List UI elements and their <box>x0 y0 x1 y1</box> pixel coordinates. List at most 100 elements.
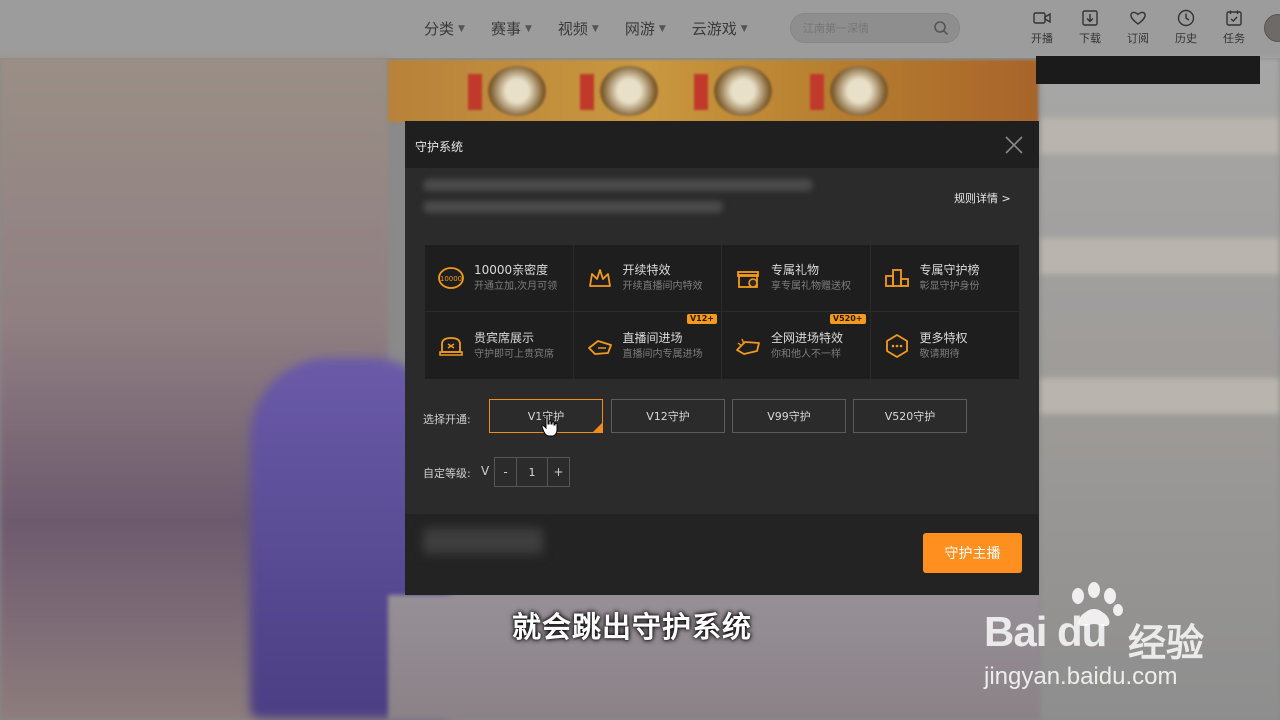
tool-label: 任务 <box>1223 32 1245 45</box>
tool-label: 订阅 <box>1127 32 1149 45</box>
background-stripe <box>1040 238 1280 274</box>
guard-system-modal: 守护系统 规则详情 > 10000 10000亲密度 开通立加,次月可领 开续特效… <box>405 121 1039 595</box>
gift-icon <box>734 264 762 292</box>
modal-title: 守护系统 <box>415 140 464 154</box>
blurred-line <box>423 201 723 213</box>
svg-text:10000: 10000 <box>440 275 462 283</box>
tool-tasks[interactable]: 任务 <box>1210 8 1258 46</box>
privilege-title: 全网进场特效 <box>771 330 844 345</box>
privilege-subtitle: 彰显守护身份 <box>919 281 980 292</box>
nav-item-label: 分类 <box>424 20 455 38</box>
caret-down-icon: ▼ <box>740 23 748 34</box>
nav-item-cloud-games[interactable]: 云游戏 ▼ <box>692 18 748 39</box>
privilege-title: 开续特效 <box>622 263 671 277</box>
privilege-subtitle: 开续直播间内特效 <box>622 281 703 292</box>
watermark-url: jingyan.baidu.com <box>984 663 1178 690</box>
privilege-title: 10000亲密度 <box>474 263 549 277</box>
caret-down-icon: ▼ <box>524 23 532 34</box>
caret-down-icon: ▼ <box>591 23 599 34</box>
caret-down-icon: ▼ <box>658 23 666 34</box>
nav-item-category[interactable]: 分类 ▼ <box>424 18 465 39</box>
privilege-room-entrance: 直播间进场直播间内专属进场 V12+ <box>574 312 722 379</box>
event-banner <box>388 60 1038 122</box>
privilege-more: 更多特权 敬请期待 <box>871 312 1020 379</box>
privilege-exclusive-gift: 专属礼物享专属礼物赠送权 <box>722 245 871 312</box>
tool-label: 下载 <box>1079 32 1101 45</box>
level-option-v12[interactable]: V12守护 <box>611 399 725 433</box>
tool-label: 开播 <box>1031 32 1053 45</box>
caret-down-icon: ▼ <box>458 23 465 34</box>
podium-icon <box>883 264 911 292</box>
avatar[interactable] <box>1264 14 1280 42</box>
nav-item-events[interactable]: 赛事 ▼ <box>491 18 532 39</box>
banner-day-tag <box>810 74 824 110</box>
nav-item-label: 云游戏 <box>691 20 737 38</box>
nav-tools: 开播 下载 订阅 历史 任务 <box>1018 8 1258 46</box>
close-button[interactable] <box>1003 134 1025 156</box>
download-icon <box>1082 10 1098 26</box>
vip-seat-icon <box>437 332 465 360</box>
guard-streamer-button[interactable]: 守护主播 <box>923 533 1022 573</box>
crown-effect-icon <box>586 264 614 292</box>
heart-icon <box>1130 11 1146 25</box>
privilege-vip-seat: 贵宾席展示守护即可上贵宾席 <box>425 312 574 379</box>
banner-reward-disc <box>714 66 772 116</box>
tool-label: 历史 <box>1175 32 1197 45</box>
blurred-line <box>423 179 813 191</box>
rules-detail-link[interactable]: 规则详情 > <box>954 190 1011 206</box>
nav-item-online-games[interactable]: 网游 ▼ <box>625 18 666 39</box>
privilege-title: 更多特权 <box>919 330 968 345</box>
nav-item-videos[interactable]: 视频 ▼ <box>558 18 599 39</box>
privilege-renew-effect: 开续特效开续直播间内特效 <box>573 245 722 312</box>
privilege-subtitle: 你和他人不一样 <box>771 348 841 360</box>
privilege-subtitle: 开通立加,次月可领 <box>474 281 558 292</box>
level-option-v520[interactable]: V520守护 <box>853 399 967 433</box>
tool-subscriptions[interactable]: 订阅 <box>1114 8 1162 46</box>
banner-reward-disc <box>488 66 546 116</box>
banner-day-tag <box>468 74 482 110</box>
privilege-title: 专属礼物 <box>771 263 820 277</box>
level-stepper: - 1 + <box>494 457 570 487</box>
nav-item-label: 网游 <box>624 20 655 38</box>
search-input[interactable] <box>803 21 923 35</box>
banner-reward-disc <box>600 66 658 116</box>
banner-reward-disc <box>830 66 888 116</box>
decrement-button[interactable]: - <box>495 458 516 486</box>
hand-cursor-icon <box>541 413 558 437</box>
tool-download[interactable]: 下载 <box>1066 8 1114 46</box>
intro-text-blurred <box>423 179 813 223</box>
privilege-subtitle: 享专属礼物赠送权 <box>771 281 851 292</box>
privilege-subtitle: 直播间内专属进场 <box>622 348 703 360</box>
privilege-guard-ranking: 专属守护榜彰显守护身份 <box>870 245 1019 312</box>
video-camera-icon <box>1033 12 1051 24</box>
privilege-title: 贵宾席展示 <box>474 330 535 345</box>
increment-button[interactable]: + <box>548 458 569 486</box>
intimacy-coin-icon: 10000 <box>437 264 465 292</box>
background-stream-left <box>0 58 450 720</box>
entrance-icon <box>586 332 614 360</box>
level-requirement-badge: V12+ <box>686 314 717 324</box>
close-icon <box>1005 136 1023 154</box>
tasks-dropdown-edge <box>1036 56 1260 84</box>
more-privileges-icon <box>883 332 911 360</box>
privilege-title: 直播间进场 <box>622 330 683 345</box>
privilege-subtitle: 守护即可上贵宾席 <box>474 348 554 360</box>
tool-start-stream[interactable]: 开播 <box>1018 8 1066 46</box>
level-value-input[interactable]: 1 <box>516 458 548 486</box>
nav-menu: 分类 ▼ 赛事 ▼ 视频 ▼ 网游 ▼ 云游戏 ▼ <box>424 18 774 39</box>
nav-item-label: 视频 <box>557 20 588 38</box>
banner-day-tag <box>580 74 594 110</box>
privilege-intimacy: 10000 10000亲密度 开通立加,次月可领 <box>425 245 574 312</box>
tool-history[interactable]: 历史 <box>1162 8 1210 46</box>
level-option-v99[interactable]: V99守护 <box>732 399 846 433</box>
video-subtitle: 就会跳出守护系统 <box>512 610 753 644</box>
level-prefix: V <box>481 464 490 478</box>
nav-item-label: 赛事 <box>490 20 521 38</box>
banner-day-tag <box>694 74 708 110</box>
calendar-check-icon <box>1226 10 1242 26</box>
privilege-title: 专属守护榜 <box>919 263 980 277</box>
price-info-blurred <box>423 528 543 554</box>
privileges-grid: 10000 10000亲密度 开通立加,次月可领 开续特效开续直播间内特效 专属礼… <box>425 245 1019 379</box>
global-entrance-icon <box>734 332 762 360</box>
search-icon[interactable] <box>933 20 949 36</box>
